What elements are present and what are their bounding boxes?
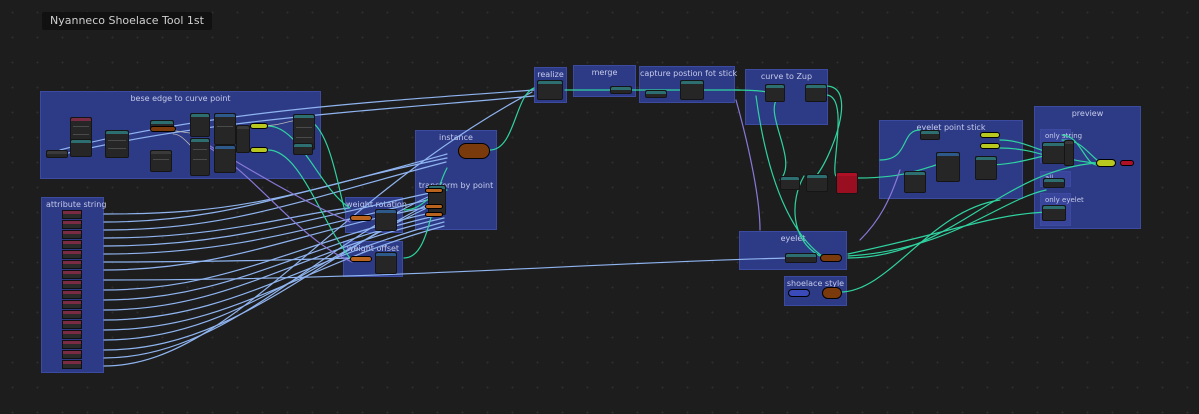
node-eps-a[interactable] [904, 171, 926, 193]
node-capture-a[interactable] [645, 90, 667, 98]
node-row [193, 149, 207, 150]
string-node[interactable] [62, 220, 82, 229]
string-node[interactable] [62, 280, 82, 289]
node-eps-b[interactable] [936, 152, 960, 182]
node-viewer[interactable] [1096, 159, 1116, 167]
node-weight-rotation-math[interactable] [375, 209, 397, 231]
node-row [73, 134, 89, 135]
node-eps-yellow-b[interactable] [980, 143, 1000, 149]
node-math-b[interactable] [214, 145, 236, 173]
node-eps-yellow-a[interactable] [980, 132, 1000, 138]
string-node[interactable] [62, 260, 82, 269]
node-eps-c[interactable] [975, 156, 997, 180]
node-rotate-c[interactable] [425, 212, 443, 217]
string-node[interactable] [62, 230, 82, 239]
string-node[interactable] [62, 300, 82, 309]
node-group-output[interactable] [836, 172, 858, 194]
node-row [108, 148, 126, 149]
string-node[interactable] [62, 210, 82, 219]
node-zup-b[interactable] [806, 174, 828, 192]
node-weight-rotation-pill[interactable] [350, 215, 372, 221]
node-eps-d[interactable] [920, 130, 940, 140]
node-math[interactable] [214, 113, 236, 145]
node-rotate-b[interactable] [425, 204, 443, 209]
node-weight-offset-pill[interactable] [350, 256, 372, 262]
node-row [296, 137, 312, 138]
node-viewer-out[interactable] [1120, 160, 1134, 166]
node-capture-b[interactable] [680, 80, 704, 100]
node-realize-instances[interactable] [537, 80, 563, 100]
node-preview-b[interactable] [1064, 140, 1074, 166]
node-store-attr[interactable] [293, 143, 313, 155]
string-node[interactable] [62, 330, 82, 339]
node-links [59, 85, 1098, 367]
node-zup-a[interactable] [780, 176, 800, 190]
node-row [193, 159, 207, 160]
node-output-yellow-b[interactable] [250, 147, 268, 153]
node-attr-b[interactable] [70, 139, 92, 157]
node-preview-eyelet[interactable] [1042, 205, 1066, 221]
node-row [217, 126, 233, 127]
node-weight-offset-math[interactable] [375, 252, 397, 274]
node-eyelet-group[interactable] [785, 253, 817, 263]
node-rotate-a[interactable] [425, 188, 443, 193]
node-curve-a[interactable] [765, 84, 785, 102]
string-node[interactable] [62, 350, 82, 359]
node-index[interactable] [190, 113, 210, 137]
node-split[interactable] [105, 130, 129, 158]
string-node[interactable] [62, 360, 82, 369]
node-output-yellow-a[interactable] [250, 123, 268, 129]
string-node[interactable] [62, 250, 82, 259]
node-eyelet-instance[interactable] [820, 254, 842, 262]
node-sample[interactable] [190, 138, 210, 176]
node-instance-on-points[interactable] [458, 143, 490, 159]
node-input-a[interactable] [46, 150, 68, 158]
string-node[interactable] [62, 290, 82, 299]
string-node[interactable] [62, 240, 82, 249]
node-row [73, 126, 89, 127]
string-node[interactable] [62, 310, 82, 319]
node-preview-a[interactable] [1042, 142, 1066, 164]
string-node[interactable] [62, 320, 82, 329]
node-vector[interactable] [236, 125, 250, 153]
node-switch[interactable] [150, 150, 172, 172]
string-node[interactable] [62, 270, 82, 279]
node-curve-b[interactable] [805, 84, 827, 102]
node-row [296, 127, 312, 128]
node-row [153, 159, 169, 160]
node-row [108, 140, 126, 141]
node-string-pill[interactable] [150, 126, 176, 132]
node-shoelace-instance[interactable] [822, 287, 842, 299]
node-shoelace-input[interactable] [788, 289, 810, 297]
node-join-geometry[interactable] [610, 86, 632, 94]
string-node[interactable] [62, 340, 82, 349]
node-preview-all[interactable] [1043, 178, 1065, 188]
